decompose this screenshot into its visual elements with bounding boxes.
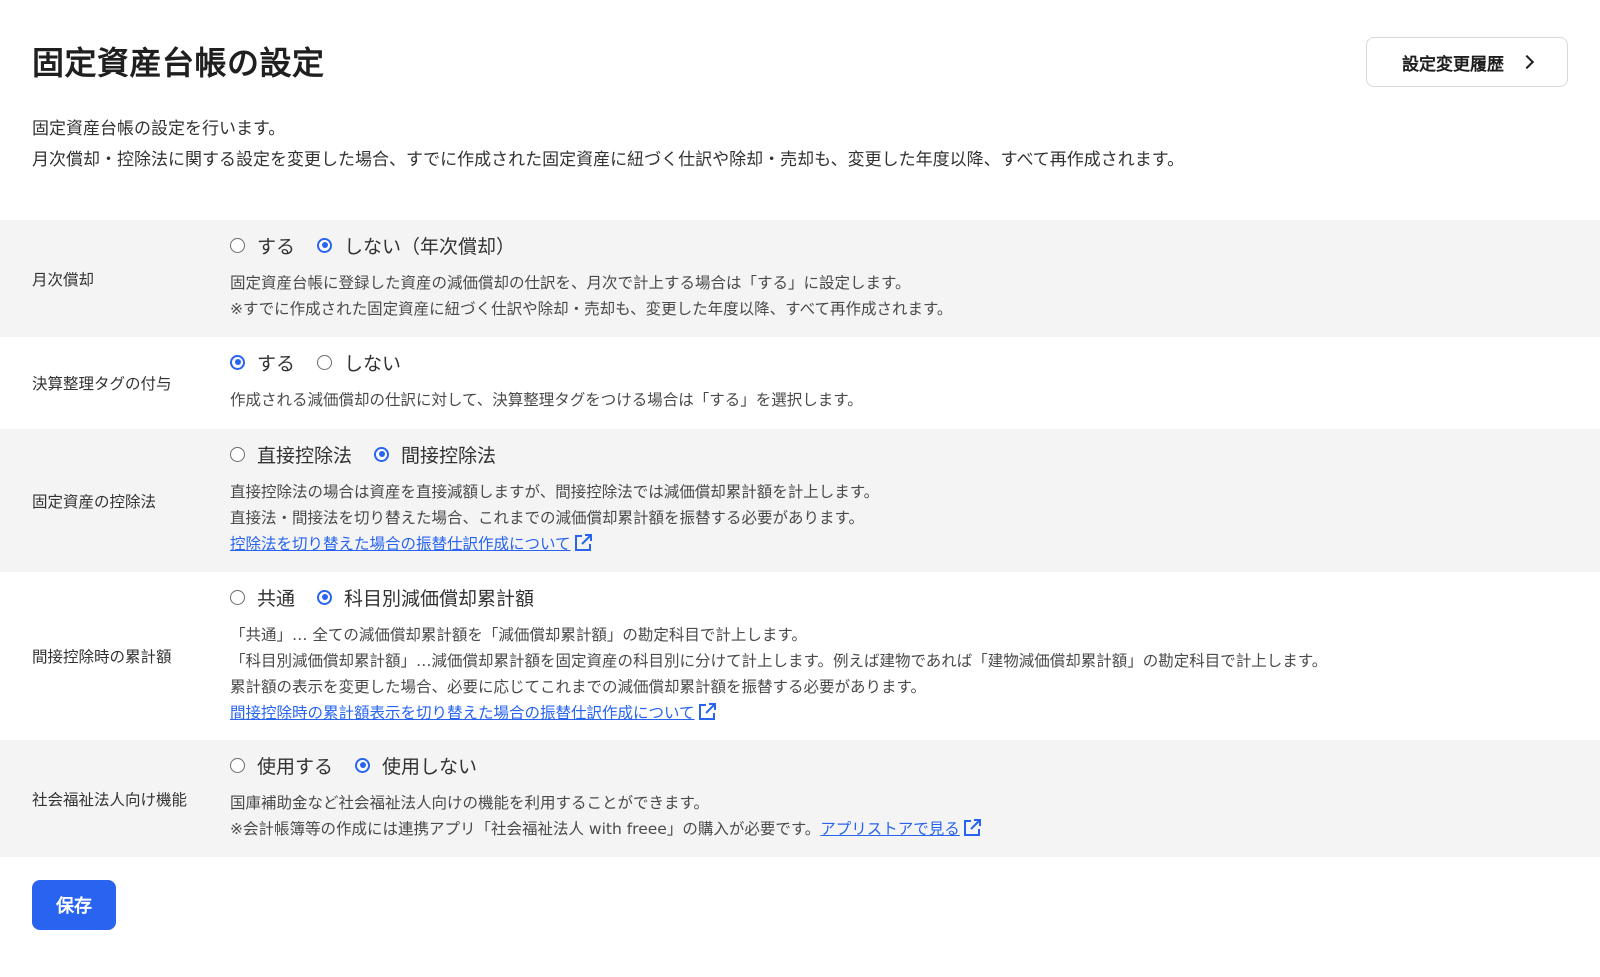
radio-button[interactable] bbox=[230, 589, 245, 605]
chevron-right-icon bbox=[1519, 54, 1535, 70]
external-link-icon[interactable] bbox=[962, 818, 982, 838]
radio-option-tag-no[interactable]: しない bbox=[317, 349, 401, 376]
radio-button[interactable] bbox=[230, 237, 245, 253]
radio-label: しない bbox=[344, 352, 402, 375]
deduction-help-link[interactable]: 控除法を切り替えた場合の振替仕訳作成について bbox=[230, 535, 571, 553]
description-line: 固定資産台帳に登録した資産の減価償却の仕訳を、月次で計上する場合は「する」に設定… bbox=[230, 274, 911, 292]
radio-label: 間接控除法 bbox=[401, 444, 497, 467]
setting-row-tag: 決算整理タグの付与 する しない 作成される減価償却の仕訳に対して、決算整理タグ… bbox=[0, 337, 1600, 429]
description-line: 累計額の表示を変更した場合、必要に応じてこれまでの減価償却累計額を振替する必要が… bbox=[230, 678, 926, 696]
radio-label: しない（年次償却） bbox=[344, 235, 516, 258]
external-link-icon[interactable] bbox=[697, 702, 717, 722]
setting-description: 作成される減価償却の仕訳に対して、決算整理タグをつける場合は「する」を選択します… bbox=[230, 387, 1600, 413]
description-line: 作成される減価償却の仕訳に対して、決算整理タグをつける場合は「する」を選択します… bbox=[230, 391, 863, 409]
setting-description: 「共通」… 全ての減価償却累計額を「減価償却累計額」の勘定科目で計上します。 「… bbox=[230, 622, 1600, 726]
page-title: 固定資産台帳の設定 bbox=[32, 44, 325, 82]
radio-option-use[interactable]: 使用する bbox=[230, 752, 333, 779]
description-line: 直接法・間接法を切り替えた場合、これまでの減価償却累計額を振替する必要があります… bbox=[230, 509, 864, 527]
radio-button-selected[interactable] bbox=[230, 354, 245, 370]
radio-label: 使用する bbox=[257, 755, 334, 778]
setting-description: 固定資産台帳に登録した資産の減価償却の仕訳を、月次で計上する場合は「する」に設定… bbox=[230, 270, 1600, 322]
radio-button[interactable] bbox=[230, 446, 245, 462]
description-line: 間接控除時の累計額表示を切り替えた場合の振替仕訳作成について bbox=[230, 700, 1600, 726]
page-header: 固定資産台帳の設定 設定変更履歴 bbox=[32, 37, 1568, 98]
description-line: 控除法を切り替えた場合の振替仕訳作成について bbox=[230, 531, 1600, 557]
radio-button-selected[interactable] bbox=[355, 757, 371, 773]
description-line: 「科目別減価償却累計額」…減価償却累計額を固定資産の科目別に分けて計上します。例… bbox=[230, 652, 1328, 670]
setting-description: 国庫補助金など社会福祉法人向けの機能を利用することができます。 ※会計帳簿等の作… bbox=[230, 790, 1600, 842]
radio-group-tag: する しない bbox=[230, 349, 1600, 375]
radio-button-selected[interactable] bbox=[374, 446, 390, 462]
welfare-note: ※会計帳簿等の作成には連携アプリ「社会福祉法人 with freee」の購入が必… bbox=[230, 820, 821, 838]
intro-line: 固定資産台帳の設定を行います。 bbox=[32, 119, 286, 139]
app-store-link[interactable]: アプリストアで見る bbox=[820, 820, 960, 838]
description-line: 直接控除法の場合は資産を直接減額しますが、間接控除法では減価償却累計額を計上しま… bbox=[230, 483, 880, 501]
radio-group-monthly: する しない（年次償却） bbox=[230, 232, 1600, 258]
setting-description: 直接控除法の場合は資産を直接減額しますが、間接控除法では減価償却累計額を計上しま… bbox=[230, 479, 1600, 557]
radio-label: 直接控除法 bbox=[257, 444, 353, 467]
setting-row-deduction: 固定資産の控除法 直接控除法 間接控除法 直接控除法の場合は資産を直接減額します… bbox=[0, 429, 1600, 572]
setting-label: 月次償却 bbox=[32, 270, 95, 289]
setting-label: 固定資産の控除法 bbox=[32, 492, 157, 511]
radio-button-selected[interactable] bbox=[317, 589, 333, 605]
radio-option-by-account[interactable]: 科目別減価償却累計額 bbox=[317, 584, 534, 611]
setting-label: 決算整理タグの付与 bbox=[32, 375, 172, 393]
radio-label: する bbox=[257, 235, 296, 258]
radio-option-direct[interactable]: 直接控除法 bbox=[230, 441, 352, 468]
radio-option-not-use[interactable]: 使用しない bbox=[355, 752, 477, 779]
radio-button[interactable] bbox=[230, 757, 245, 773]
radio-option-common[interactable]: 共通 bbox=[230, 584, 295, 611]
radio-option-indirect[interactable]: 間接控除法 bbox=[374, 441, 496, 468]
description-line: 国庫補助金など社会福祉法人向けの機能を利用することができます。 bbox=[230, 794, 709, 812]
save-button[interactable]: 保存 bbox=[32, 880, 116, 930]
description-line: 「共通」… 全ての減価償却累計額を「減価償却累計額」の勘定科目で計上します。 bbox=[230, 626, 807, 644]
intro-text: 固定資産台帳の設定を行います。 月次償却・控除法に関する設定を変更した場合、すで… bbox=[32, 114, 1184, 176]
setting-row-accumulated: 間接控除時の累計額 共通 科目別減価償却累計額 「共通」… 全ての減価償却累計額… bbox=[0, 572, 1600, 740]
radio-button[interactable] bbox=[317, 354, 333, 370]
radio-option-tag-yes[interactable]: する bbox=[230, 349, 295, 376]
history-button-label: 設定変更履歴 bbox=[1402, 54, 1504, 75]
radio-label: する bbox=[257, 352, 296, 375]
radio-label: 使用しない bbox=[382, 755, 478, 778]
radio-label: 共通 bbox=[257, 587, 296, 610]
setting-row-monthly: 月次償却 する しない（年次償却） 固定資産台帳に登録した資産の減価償却の仕訳を… bbox=[0, 220, 1600, 337]
radio-option-monthly-no[interactable]: しない（年次償却） bbox=[317, 232, 515, 259]
radio-group-deduction: 直接控除法 間接控除法 bbox=[230, 441, 1600, 467]
external-link-icon[interactable] bbox=[573, 533, 593, 553]
description-line: ※すでに作成された固定資産に紐づく仕訳や除却・売却も、変更した年度以降、すべて再… bbox=[230, 300, 953, 318]
setting-label: 社会福祉法人向け機能 bbox=[32, 790, 188, 809]
accumulated-help-link[interactable]: 間接控除時の累計額表示を切り替えた場合の振替仕訳作成について bbox=[230, 704, 695, 722]
radio-label: 科目別減価償却累計額 bbox=[344, 587, 535, 610]
radio-button-selected[interactable] bbox=[317, 237, 333, 253]
radio-group-welfare: 使用する 使用しない bbox=[230, 752, 1600, 778]
radio-option-monthly-yes[interactable]: する bbox=[230, 232, 295, 259]
setting-row-welfare: 社会福祉法人向け機能 使用する 使用しない 国庫補助金など社会福祉法人向けの機能… bbox=[0, 740, 1600, 857]
setting-label: 間接控除時の累計額 bbox=[32, 648, 172, 666]
radio-group-accumulated: 共通 科目別減価償却累計額 bbox=[230, 584, 1600, 610]
intro-line: 月次償却・控除法に関する設定を変更した場合、すでに作成された固定資産に紐づく仕訳… bbox=[32, 150, 1185, 170]
settings-list: 月次償却 する しない（年次償却） 固定資産台帳に登録した資産の減価償却の仕訳を… bbox=[0, 220, 1600, 857]
settings-history-button[interactable]: 設定変更履歴 bbox=[1366, 37, 1568, 87]
description-line: ※会計帳簿等の作成には連携アプリ「社会福祉法人 with freee」の購入が必… bbox=[230, 816, 1600, 842]
